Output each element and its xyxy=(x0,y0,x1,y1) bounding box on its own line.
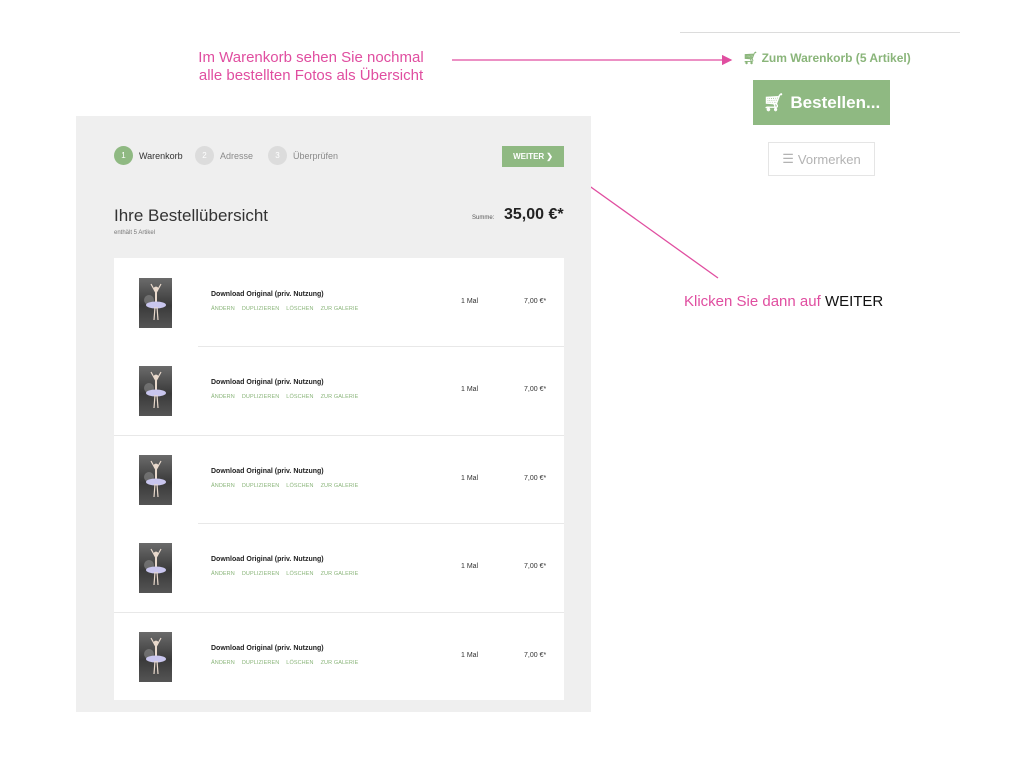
photo-thumbnail[interactable] xyxy=(139,543,172,594)
annotation-line-1: Im Warenkorb sehen Sie nochmal xyxy=(198,49,424,66)
photo-thumbnail[interactable] xyxy=(139,278,172,328)
item-quantity: 1 Mal xyxy=(461,474,479,482)
edit-link[interactable]: ÄNDERN xyxy=(211,483,235,489)
step-review[interactable]: 3 Überprüfen xyxy=(268,146,338,165)
item-price: 7,00 €* xyxy=(524,651,547,659)
row-divider xyxy=(198,346,564,348)
item-quantity: 1 Mal xyxy=(461,651,479,659)
item-quantity: 1 Mal xyxy=(461,563,479,571)
order-list: Download Original (priv. Nutzung) ÄNDERN… xyxy=(114,258,564,700)
item-quantity: 1 Mal xyxy=(461,298,479,305)
page-title: Ihre Bestellübersicht xyxy=(114,206,269,225)
photo-thumbnail[interactable] xyxy=(139,631,172,682)
delete-link[interactable]: LÖSCHEN xyxy=(286,660,313,666)
cart-link[interactable]: 🛒︎ Zum Warenkorb (5 Artikel) xyxy=(743,51,911,65)
annotation-cart-overview: Im Warenkorb sehen Sie nochmal alle best… xyxy=(176,49,446,85)
ballerina-photo-icon xyxy=(144,283,166,321)
row-divider xyxy=(198,523,564,525)
gallery-link[interactable]: ZUR GALERIE xyxy=(321,483,359,489)
list-item: Download Original (priv. Nutzung) ÄNDERN… xyxy=(114,611,564,700)
edit-link[interactable]: ÄNDERN xyxy=(211,306,235,312)
item-actions: ÄNDERN DUPLIZIEREN LÖSCHEN ZUR GALERIE xyxy=(211,394,358,400)
item-actions: ÄNDERN DUPLIZIEREN LÖSCHEN ZUR GALERIE xyxy=(211,306,358,312)
edit-link[interactable]: ÄNDERN xyxy=(211,660,235,666)
top-divider xyxy=(680,32,960,33)
ballerina-photo-icon xyxy=(144,372,166,409)
bookmark-button-label: Vormerken xyxy=(797,151,861,167)
product-name: Download Original (priv. Nutzung) xyxy=(211,644,324,652)
duplicate-link[interactable]: DUPLIZIEREN xyxy=(242,483,279,489)
sum-label: Summe: xyxy=(472,215,495,221)
sum-value: 35,00 €* xyxy=(504,206,564,223)
item-price: 7,00 €* xyxy=(524,298,547,305)
step-label: Überprüfen xyxy=(293,150,339,161)
ballerina-photo-icon xyxy=(144,460,166,497)
checkout-panel: 1 Warenkorb 2 Adresse 3 Überprüfen WEITE… xyxy=(76,116,591,712)
list-item: Download Original (priv. Nutzung) ÄNDERN… xyxy=(114,523,564,611)
product-name: Download Original (priv. Nutzung) xyxy=(211,467,324,475)
step-label: Warenkorb xyxy=(139,150,183,161)
edit-link[interactable]: ÄNDERN xyxy=(211,394,235,400)
delete-link[interactable]: LÖSCHEN xyxy=(286,571,313,577)
annotation-click-highlight: WEITER xyxy=(824,293,884,310)
item-actions: ÄNDERN DUPLIZIEREN LÖSCHEN ZUR GALERIE xyxy=(211,483,358,489)
cart-icon: 🛒︎ xyxy=(762,92,785,112)
item-price: 7,00 €* xyxy=(524,563,547,571)
delete-link[interactable]: LÖSCHEN xyxy=(286,306,313,312)
item-price: 7,00 €* xyxy=(524,386,547,394)
cart-icon: 🛒︎ xyxy=(743,51,759,65)
product-name: Download Original (priv. Nutzung) xyxy=(211,556,324,564)
item-actions: ÄNDERN DUPLIZIEREN LÖSCHEN ZUR GALERIE xyxy=(211,571,358,577)
duplicate-link[interactable]: DUPLIZIEREN xyxy=(242,660,279,666)
item-count-subtitle: enthält 5 Artikel xyxy=(114,230,156,236)
item-price: 7,00 €* xyxy=(524,474,547,482)
annotation-line-2: alle bestellten Fotos als Übersicht xyxy=(198,67,424,84)
step-address[interactable]: 2 Adresse xyxy=(195,146,253,165)
item-actions: ÄNDERN DUPLIZIEREN LÖSCHEN ZUR GALERIE xyxy=(211,660,358,666)
duplicate-link[interactable]: DUPLIZIEREN xyxy=(242,571,279,577)
duplicate-link[interactable]: DUPLIZIEREN xyxy=(242,394,279,400)
gallery-link[interactable]: ZUR GALERIE xyxy=(321,660,359,666)
order-button[interactable]: 🛒︎ Bestellen... xyxy=(753,80,890,125)
step-number: 3 xyxy=(268,146,287,165)
delete-link[interactable]: LÖSCHEN xyxy=(286,483,313,489)
product-name: Download Original (priv. Nutzung) xyxy=(211,379,324,387)
cart-count: 5 Artikel xyxy=(859,51,907,65)
gallery-link[interactable]: ZUR GALERIE xyxy=(321,571,359,577)
cart-link-suffix: ) xyxy=(906,51,911,65)
item-quantity: 1 Mal xyxy=(461,386,479,394)
list-item: Download Original (priv. Nutzung) ÄNDERN… xyxy=(114,434,564,523)
step-label: Adresse xyxy=(220,150,254,161)
annotation-click-text: Klicken Sie dann auf xyxy=(684,293,821,310)
annotation-click-weiter: Klicken Sie dann auf WEITER xyxy=(684,293,883,311)
order-button-label: Bestellen... xyxy=(790,92,881,112)
photo-thumbnail[interactable] xyxy=(139,366,172,417)
bookmark-button[interactable]: ☰ Vormerken xyxy=(768,142,875,176)
chevron-right-icon: ❯ xyxy=(546,152,553,161)
list-item: Download Original (priv. Nutzung) ÄNDERN… xyxy=(114,258,564,346)
ballerina-photo-icon xyxy=(144,637,166,674)
list-item: Download Original (priv. Nutzung) ÄNDERN… xyxy=(114,346,564,434)
photo-thumbnail[interactable] xyxy=(139,454,172,505)
row-divider xyxy=(114,434,564,436)
delete-link[interactable]: LÖSCHEN xyxy=(286,394,313,400)
row-divider xyxy=(114,611,564,613)
ballerina-photo-icon xyxy=(144,548,166,586)
step-number: 2 xyxy=(195,146,214,165)
step-number: 1 xyxy=(114,146,133,165)
step-cart[interactable]: 1 Warenkorb xyxy=(114,146,183,165)
product-name: Download Original (priv. Nutzung) xyxy=(211,291,324,298)
gallery-link[interactable]: ZUR GALERIE xyxy=(321,394,359,400)
weiter-button-label: WEITER xyxy=(513,152,545,161)
gallery-link[interactable]: ZUR GALERIE xyxy=(321,306,359,312)
cart-link-prefix: Zum Warenkorb ( xyxy=(761,51,860,65)
list-icon: ☰ xyxy=(782,151,794,166)
weiter-button[interactable]: WEITER ❯ xyxy=(502,146,564,167)
edit-link[interactable]: ÄNDERN xyxy=(211,571,235,577)
duplicate-link[interactable]: DUPLIZIEREN xyxy=(242,306,279,312)
